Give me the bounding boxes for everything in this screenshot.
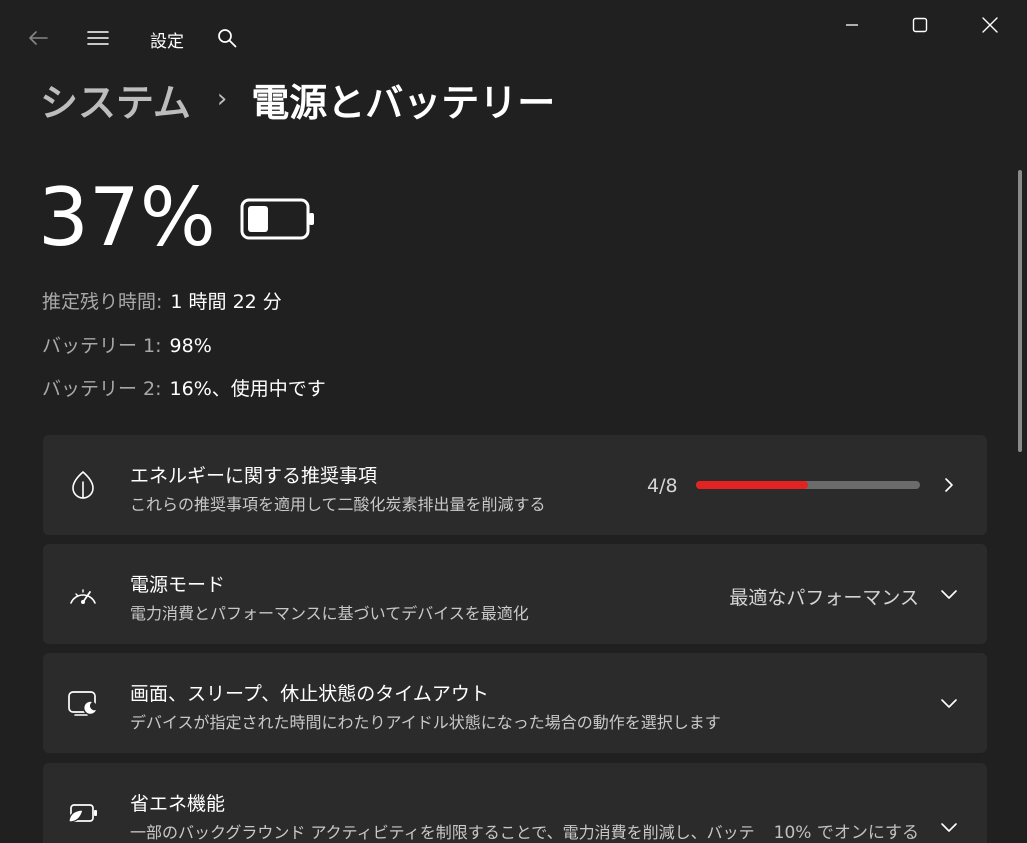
app-title: 設定	[150, 32, 184, 52]
power-mode-dropdown[interactable]: 最適なパフォーマンス	[729, 583, 919, 610]
close-icon	[982, 17, 998, 33]
title-bar: 設定	[0, 0, 1027, 72]
screen-sleep-timeout-title: 画面、スリープ、休止状態のタイムアウト	[130, 683, 489, 705]
energy-saver-threshold[interactable]: 10% でオンにする	[774, 818, 919, 843]
screen-moon-icon	[67, 687, 99, 719]
battery1-value: 98%	[169, 335, 212, 357]
settings-window: 設定 システム › 電源とバッテリー 37% 推定残り時間: 1 時間 22 分…	[0, 0, 1027, 843]
estimated-time-value: 1 時間 22 分	[170, 291, 282, 313]
vertical-scrollbar[interactable]	[1018, 170, 1022, 452]
chevron-right-icon	[937, 473, 961, 497]
page-title: 電源とバッテリー	[251, 80, 556, 125]
battery1-line: バッテリー 1: 98%	[42, 331, 212, 358]
minimize-button[interactable]	[832, 8, 872, 42]
estimated-time-label: 推定残り時間:	[42, 291, 163, 313]
chevron-down-icon	[937, 691, 961, 715]
battery-percentage: 37%	[38, 171, 216, 264]
battery1-label: バッテリー 1:	[42, 335, 162, 357]
energy-recommendations-title: エネルギーに関する推奨事項	[130, 465, 378, 487]
breadcrumb: システム › 電源とバッテリー	[40, 72, 556, 127]
energy-saver-card[interactable]: 省エネ機能 一部のバックグラウンド アクティビティを制限することで、電力消費を削…	[43, 763, 987, 843]
recommendations-progress-fill	[696, 481, 808, 489]
chevron-down-icon	[937, 582, 961, 606]
power-mode-card[interactable]: 電源モード 電力消費とパフォーマンスに基づいてデバイスを最適化 最適なパフォーマ…	[43, 544, 987, 644]
energy-saver-desc: 一部のバックグラウンド アクティビティを制限することで、電力消費を削減し、バッテ	[130, 823, 755, 842]
battery-icon	[240, 198, 314, 240]
minimize-icon	[846, 24, 858, 26]
battery2-line: バッテリー 2: 16%、使用中です	[42, 374, 326, 401]
maximize-icon	[912, 17, 928, 33]
search-icon	[218, 29, 237, 48]
battery-leaf-icon	[67, 797, 99, 829]
breadcrumb-system-link[interactable]: システム	[40, 72, 191, 127]
search-button[interactable]	[210, 22, 244, 54]
battery-fill	[248, 206, 268, 232]
energy-recommendations-desc: これらの推奨事項を適用して二酸化炭素排出量を削減する	[130, 495, 546, 514]
chevron-down-icon	[937, 815, 961, 839]
leaf-icon	[67, 469, 99, 501]
energy-saver-title: 省エネ機能	[130, 793, 226, 815]
battery2-label: バッテリー 2:	[42, 378, 162, 400]
recommendations-progress-bar	[696, 481, 920, 489]
screen-sleep-timeout-card[interactable]: 画面、スリープ、休止状態のタイムアウト デバイスが指定された時間にわたりアイドル…	[43, 653, 987, 753]
battery2-value: 16%、使用中です	[169, 378, 326, 400]
close-button[interactable]	[968, 8, 1012, 42]
speedometer-icon	[67, 578, 99, 610]
maximize-button[interactable]	[900, 8, 940, 42]
chevron-right-icon: ›	[216, 84, 228, 114]
energy-recommendations-card[interactable]: エネルギーに関する推奨事項 これらの推奨事項を適用して二酸化炭素排出量を削減する…	[43, 435, 987, 535]
navigation-menu-button[interactable]	[80, 22, 116, 54]
power-mode-desc: 電力消費とパフォーマンスに基づいてデバイスを最適化	[130, 604, 529, 623]
estimated-time-line: 推定残り時間: 1 時間 22 分	[42, 287, 282, 314]
screen-sleep-timeout-desc: デバイスが指定された時間にわたりアイドル状態になった場合の動作を選択します	[130, 713, 721, 732]
recommendations-count: 4/8	[647, 475, 678, 497]
hamburger-icon	[87, 31, 109, 45]
back-arrow-icon	[29, 31, 48, 45]
power-mode-title: 電源モード	[130, 574, 226, 596]
back-button[interactable]	[20, 22, 56, 54]
